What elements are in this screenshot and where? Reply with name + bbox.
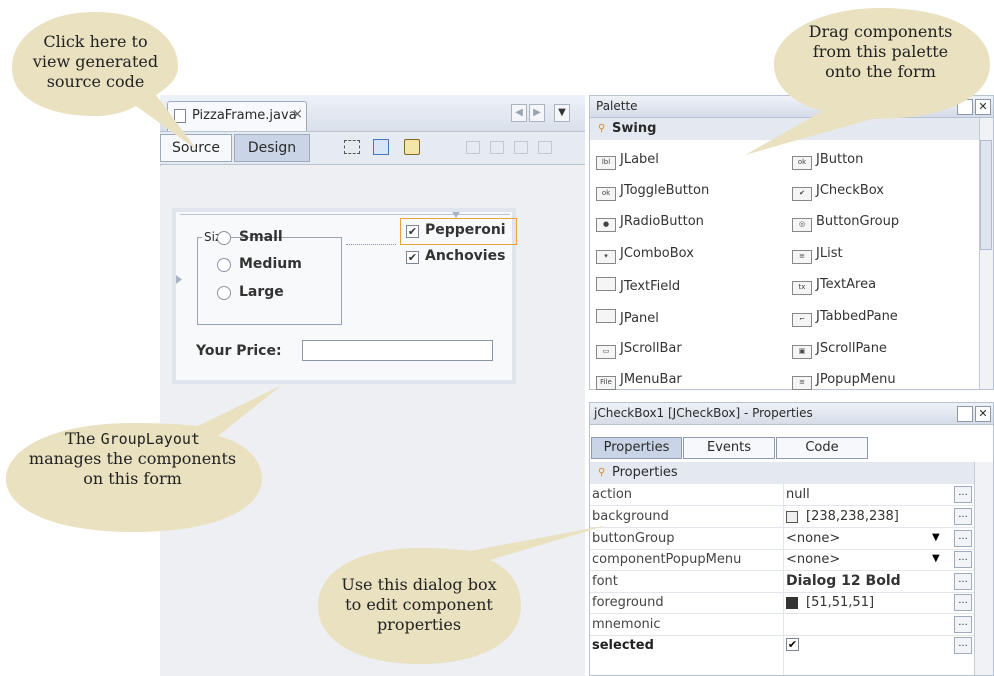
callout-props-text: Use this dialog box to edit component pr…	[341, 575, 497, 634]
callout-source-text: Click here to view generated source code	[32, 32, 159, 91]
callout-palette-text: Drag components from this palette onto t…	[808, 22, 953, 81]
callout-layout-text: The GroupLayout manages the components o…	[28, 429, 237, 488]
